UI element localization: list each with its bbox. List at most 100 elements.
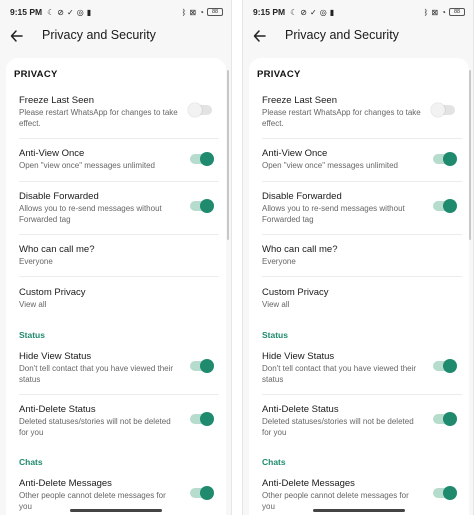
gesture-nav-bar[interactable] xyxy=(313,509,405,512)
setting-title: Hide View Status xyxy=(19,351,92,362)
setting-custom-privacy[interactable]: Custom Privacy View all xyxy=(6,287,226,319)
divider xyxy=(262,394,462,395)
anti-delete-status-toggle[interactable] xyxy=(190,412,214,426)
setting-subtitle: Open "view once" messages unlimited xyxy=(262,161,398,170)
setting-who-can-call[interactable]: Who can call me? Everyone xyxy=(6,244,226,276)
anti-delete-messages-toggle[interactable] xyxy=(433,486,457,500)
status-bar: 9:15 PM ☾ ⊘ ✓ ◎ ▮ ᛒ ⊠ ◔ 88 xyxy=(0,0,231,24)
screenshot-stage: 9:15 PM ☾ ⊘ ✓ ◎ ▮ ᛒ ⊠ ◔ 88 Privacy and S… xyxy=(0,0,474,515)
setting-title: Anti-Delete Messages xyxy=(19,478,112,489)
setting-hide-view-status[interactable]: Hide View Status Don't tell contact that… xyxy=(249,351,469,393)
setting-anti-view-once[interactable]: Anti-View Once Open "view once" messages… xyxy=(6,148,226,182)
battery-icon: 88 xyxy=(207,8,223,16)
section-header-status: Status xyxy=(262,330,288,340)
anti-view-once-toggle[interactable] xyxy=(433,152,457,166)
setting-subtitle: Allows you to re-send messages without F… xyxy=(262,204,405,224)
check-icon: ✓ xyxy=(67,7,74,17)
setting-title: Anti-Delete Messages xyxy=(262,478,355,489)
freeze-last-seen-toggle[interactable] xyxy=(188,103,212,117)
setting-anti-view-once[interactable]: Anti-View Once Open "view once" messages… xyxy=(249,148,469,182)
setting-title: Anti-View Once xyxy=(19,148,85,159)
hide-view-status-toggle[interactable] xyxy=(190,359,214,373)
setting-hide-view-status[interactable]: Hide View Status Don't tell contact that… xyxy=(6,351,226,393)
moon-icon: ☾ xyxy=(290,7,298,17)
setting-title: Custom Privacy xyxy=(262,287,329,298)
setting-subtitle: Everyone xyxy=(19,257,53,266)
setting-title: Anti-View Once xyxy=(262,148,328,159)
gesture-nav-bar[interactable] xyxy=(70,509,162,512)
setting-freeze-last-seen[interactable]: Freeze Last Seen Please restart WhatsApp… xyxy=(249,95,469,137)
setting-title: Anti-Delete Status xyxy=(262,404,339,415)
arrow-left-icon[interactable] xyxy=(10,28,24,44)
disable-forwarded-toggle[interactable] xyxy=(190,199,214,213)
bluetooth-icon: ᛒ xyxy=(181,7,187,17)
page-title: Privacy and Security xyxy=(285,28,399,42)
setting-subtitle: Allows you to re-send messages without F… xyxy=(19,204,162,224)
lock-icon: ▮ xyxy=(329,7,335,17)
disable-forwarded-toggle[interactable] xyxy=(433,199,457,213)
divider xyxy=(262,234,462,235)
setting-title: Disable Forwarded xyxy=(19,191,99,202)
app-bar: Privacy and Security xyxy=(0,24,231,48)
settings-card: PRIVACY Freeze Last Seen Please restart … xyxy=(6,58,226,515)
wifi-icon: ◔ xyxy=(441,7,446,17)
divider xyxy=(262,181,462,182)
toggle-knob xyxy=(443,412,457,426)
setting-title: Hide View Status xyxy=(262,351,335,362)
setting-title: Freeze Last Seen xyxy=(19,95,94,106)
arrow-left-icon[interactable] xyxy=(253,28,267,44)
phone-screen-left: 9:15 PM ☾ ⊘ ✓ ◎ ▮ ᛒ ⊠ ◔ 88 Privacy and S… xyxy=(0,0,232,515)
section-header-chats: Chats xyxy=(19,457,43,467)
battery-icon: 88 xyxy=(449,8,465,16)
toggle-knob xyxy=(200,486,214,500)
anti-delete-status-toggle[interactable] xyxy=(433,412,457,426)
divider xyxy=(19,234,219,235)
setting-subtitle: Deleted statuses/stories will not be del… xyxy=(19,417,171,437)
divider xyxy=(19,276,219,277)
x-box-icon: ⊠ xyxy=(189,7,197,17)
freeze-last-seen-toggle[interactable] xyxy=(431,103,455,117)
divider xyxy=(262,276,462,277)
divider xyxy=(19,138,219,139)
setting-title: Custom Privacy xyxy=(19,287,86,298)
anti-view-once-toggle[interactable] xyxy=(190,152,214,166)
status-time: 9:15 PM xyxy=(10,7,43,17)
section-header-privacy: PRIVACY xyxy=(257,69,301,80)
setting-subtitle: Don't tell contact that you have viewed … xyxy=(19,364,174,384)
section-header-status: Status xyxy=(19,330,45,340)
setting-disable-forwarded[interactable]: Disable Forwarded Allows you to re-send … xyxy=(249,191,469,233)
setting-title: Anti-Delete Status xyxy=(19,404,96,415)
bluetooth-icon: ᛒ xyxy=(423,7,429,17)
setting-subtitle: Deleted statuses/stories will not be del… xyxy=(262,417,414,437)
toggle-knob xyxy=(188,103,202,117)
setting-anti-delete-status[interactable]: Anti-Delete Status Deleted statuses/stor… xyxy=(6,404,226,446)
setting-disable-forwarded[interactable]: Disable Forwarded Allows you to re-send … xyxy=(6,191,226,233)
setting-subtitle: Don't tell contact that you have viewed … xyxy=(262,364,417,384)
scrollbar[interactable] xyxy=(469,70,471,240)
mute-icon: ⊘ xyxy=(300,7,307,17)
setting-custom-privacy[interactable]: Custom Privacy View all xyxy=(249,287,469,319)
lock-icon: ▮ xyxy=(86,7,92,17)
toggle-knob xyxy=(200,152,214,166)
mute-icon: ⊘ xyxy=(57,7,64,17)
x-box-icon: ⊠ xyxy=(431,7,439,17)
scrollbar[interactable] xyxy=(227,70,229,240)
instagram-icon: ◎ xyxy=(319,7,327,17)
settings-card: PRIVACY Freeze Last Seen Please restart … xyxy=(249,58,469,515)
setting-who-can-call[interactable]: Who can call me? Everyone xyxy=(249,244,469,276)
section-header-privacy: PRIVACY xyxy=(14,69,58,80)
instagram-icon: ◎ xyxy=(76,7,84,17)
setting-subtitle: View all xyxy=(19,300,47,309)
app-bar: Privacy and Security xyxy=(243,24,473,48)
anti-delete-messages-toggle[interactable] xyxy=(190,486,214,500)
setting-freeze-last-seen[interactable]: Freeze Last Seen Please restart WhatsApp… xyxy=(6,95,226,137)
moon-icon: ☾ xyxy=(47,7,55,17)
setting-subtitle: Please restart WhatsApp for changes to t… xyxy=(262,108,421,128)
setting-title: Who can call me? xyxy=(262,244,338,255)
setting-subtitle: View all xyxy=(262,300,290,309)
toggle-knob xyxy=(200,199,214,213)
check-icon: ✓ xyxy=(310,7,317,17)
setting-anti-delete-status[interactable]: Anti-Delete Status Deleted statuses/stor… xyxy=(249,404,469,446)
toggle-knob xyxy=(443,359,457,373)
hide-view-status-toggle[interactable] xyxy=(433,359,457,373)
